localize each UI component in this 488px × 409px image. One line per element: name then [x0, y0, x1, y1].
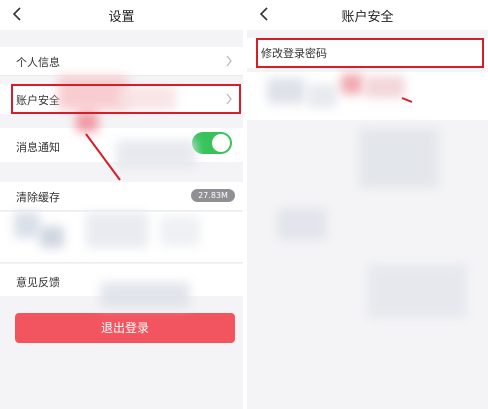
redaction-blur — [160, 216, 200, 246]
redaction-blur — [307, 84, 337, 108]
menu-item-label: 修改登录密码 — [261, 47, 327, 60]
account-security-screen: 账户安全 修改登录密码 — [247, 0, 488, 409]
toggle-knob — [212, 134, 230, 152]
logout-button[interactable]: 退出登录 — [15, 313, 235, 343]
redaction-blur — [341, 74, 363, 94]
divider — [0, 262, 243, 263]
redaction-blur — [40, 226, 64, 248]
menu-item-label: 意见反馈 — [16, 276, 60, 289]
chevron-right-icon — [226, 93, 232, 105]
redaction-blur — [76, 112, 98, 132]
menu-item-clear-cache[interactable]: 清除缓存 27.83M — [0, 182, 243, 210]
redaction-blur — [116, 140, 196, 168]
page-title: 账户安全 — [341, 10, 394, 25]
menu-item-change-password[interactable]: 修改登录密码 — [247, 38, 488, 68]
redaction-blur — [365, 76, 405, 98]
redaction-blur — [277, 208, 327, 240]
redaction-blur — [14, 212, 40, 238]
notification-toggle[interactable] — [192, 132, 232, 154]
settings-navbar: 设置 — [0, 0, 243, 30]
redaction-blur — [267, 78, 305, 104]
menu-item-label: 个人信息 — [16, 56, 60, 69]
redaction-blur — [359, 128, 439, 188]
page-title: 设置 — [108, 10, 135, 25]
cache-size-badge: 27.83M — [191, 189, 235, 202]
redaction-blur — [367, 264, 467, 318]
redaction-blur — [118, 86, 176, 110]
redaction-blur — [86, 212, 148, 248]
redaction-blur — [100, 282, 190, 308]
menu-item-label: 清除缓存 — [16, 191, 60, 204]
divider — [0, 210, 243, 211]
chevron-right-icon — [226, 55, 232, 67]
menu-item-label: 消息通知 — [16, 141, 60, 154]
settings-screen: 设置 个人信息 账户安全 消息通知 清除缓存 27.83M 意见反馈 退出登录 — [0, 0, 243, 409]
menu-item-label: 账户安全 — [16, 94, 60, 107]
account-security-navbar: 账户安全 — [247, 0, 488, 30]
menu-item-personal-info[interactable]: 个人信息 — [0, 47, 243, 75]
